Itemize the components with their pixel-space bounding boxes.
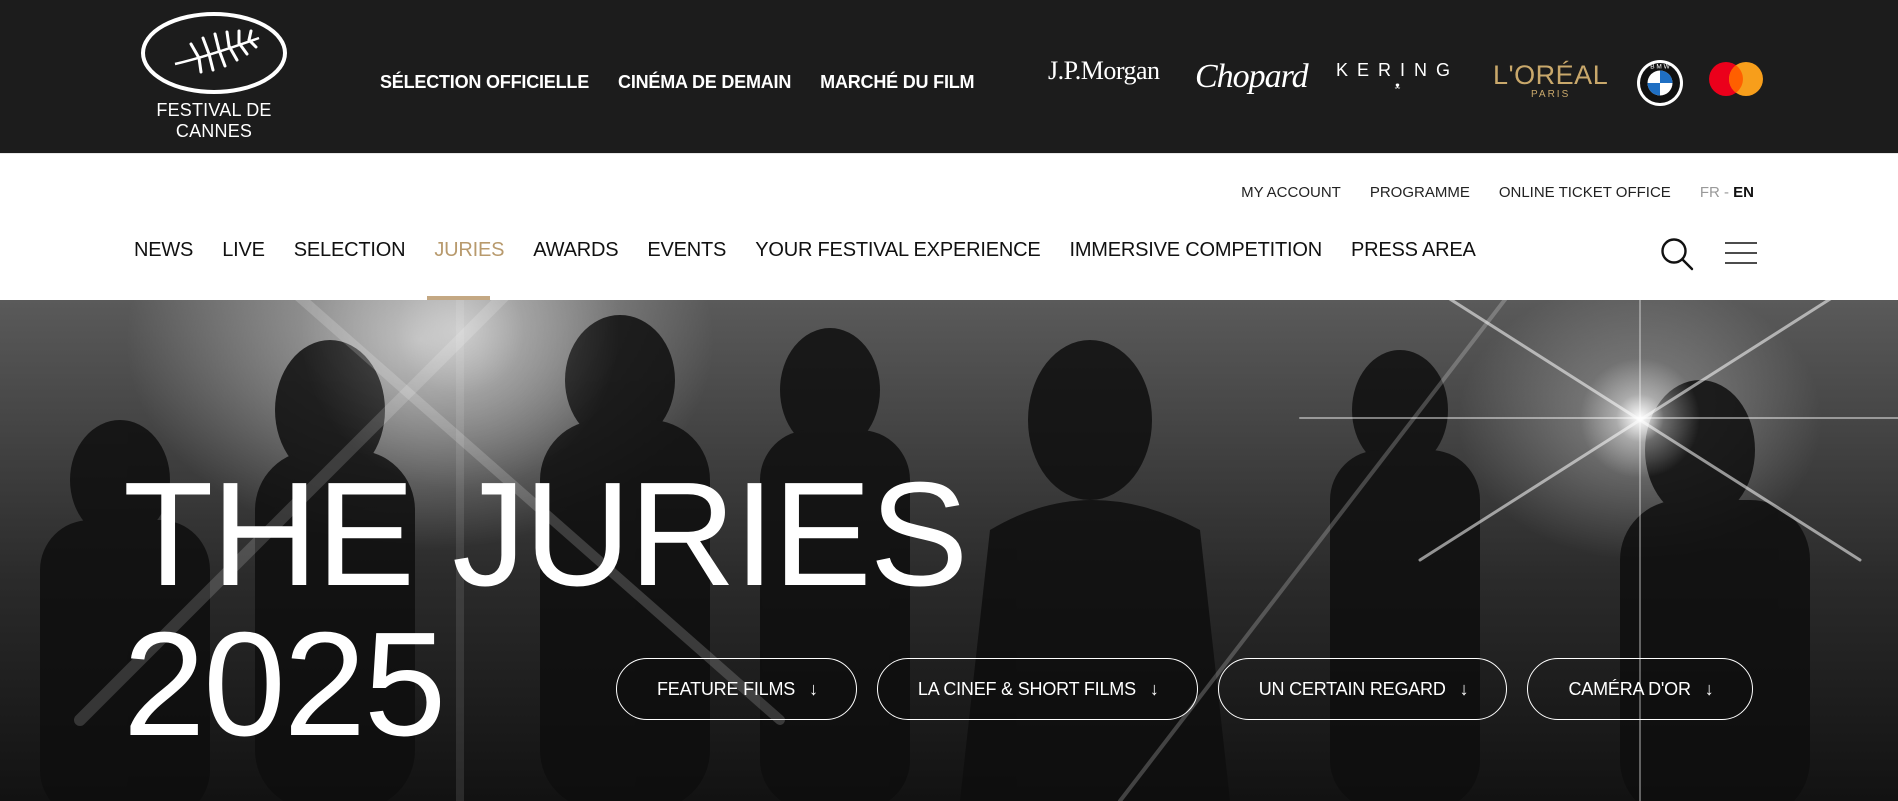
mastercard-circles-icon (1709, 62, 1763, 96)
search-icon[interactable] (1660, 237, 1694, 271)
top-nav-marche-du-film[interactable]: MARCHÉ DU FILM (820, 72, 974, 93)
nav-selection[interactable]: SELECTION (294, 239, 406, 262)
la-cinef-short-films-label: LA CINEF & SHORT FILMS (917, 678, 1136, 699)
my-account-link[interactable]: MY ACCOUNT (1241, 184, 1341, 201)
top-nav-cinema-de-demain[interactable]: CINÉMA DE DEMAIN (618, 72, 791, 93)
nav-immersive-competition[interactable]: IMMERSIVE COMPETITION (1069, 239, 1322, 262)
language-switcher: FR - EN (1700, 184, 1754, 201)
main-nav: NEWS LIVE SELECTION JURIES AWARDS EVENTS… (134, 239, 1476, 262)
loreal-subtext: PARIS (1530, 89, 1571, 100)
nav-news[interactable]: NEWS (134, 239, 193, 262)
bmw-letters: B M W (1650, 64, 1670, 71)
top-bar: FESTIVAL DE CANNES SÉLECTION OFFICIELLE … (0, 0, 1898, 153)
un-certain-regard-button[interactable]: UN CERTAIN REGARD ↓ (1217, 658, 1508, 720)
bmw-roundel-icon: B M W (1637, 60, 1683, 106)
nav-live[interactable]: LIVE (222, 239, 265, 262)
lang-separator: - (1723, 184, 1729, 201)
main-header: MY ACCOUNT PROGRAMME ONLINE TICKET OFFIC… (0, 153, 1898, 301)
nav-your-festival-experience[interactable]: YOUR FESTIVAL EXPERIENCE (755, 239, 1040, 262)
top-nav-selection-officielle[interactable]: SÉLECTION OFFICIELLE (380, 72, 589, 93)
arrow-down-icon: ↓ (809, 678, 818, 699)
sponsor-loreal-logo[interactable]: L'ORÉAL PARIS (1493, 60, 1608, 100)
sponsor-jpmorgan-logo[interactable]: J.P.Morgan (1048, 56, 1160, 86)
kering-wordmark: KERING (1336, 60, 1460, 80)
feature-films-label: FEATURE FILMS (657, 678, 796, 699)
lang-en[interactable]: EN (1733, 184, 1754, 201)
utility-nav: MY ACCOUNT PROGRAMME ONLINE TICKET OFFIC… (1241, 184, 1754, 201)
sponsor-chopard-logo[interactable]: Chopard (1195, 58, 1309, 96)
arrow-down-icon: ↓ (1704, 678, 1714, 699)
nav-awards[interactable]: AWARDS (533, 239, 618, 262)
camera-dor-label: CAMÉRA D'OR (1568, 678, 1691, 699)
la-cinef-short-films-button[interactable]: LA CINEF & SHORT FILMS ↓ (876, 658, 1198, 720)
un-certain-regard-label: UN CERTAIN REGARD (1258, 678, 1446, 699)
loreal-wordmark: L'ORÉAL (1493, 60, 1609, 90)
hamburger-menu-icon[interactable] (1725, 240, 1757, 266)
logo-text: FESTIVAL DE CANNES (156, 100, 272, 141)
programme-link[interactable]: PROGRAMME (1370, 184, 1470, 201)
palm-leaf-icon (141, 12, 287, 94)
kering-owl-icon: ᵜ (1394, 79, 1401, 95)
nav-press-area[interactable]: PRESS AREA (1351, 239, 1476, 262)
hero-banner: THE JURIES 2025 FEATURE FILMS ↓ LA CINEF… (0, 300, 1898, 801)
hero-title-line1: THE JURIES (123, 452, 968, 617)
sponsor-mastercard-logo[interactable] (1708, 61, 1764, 97)
arrow-down-icon: ↓ (1459, 678, 1469, 699)
nav-juries[interactable]: JURIES (434, 239, 504, 262)
online-ticket-office-link[interactable]: ONLINE TICKET OFFICE (1499, 184, 1671, 201)
feature-films-button[interactable]: FEATURE FILMS ↓ (616, 658, 857, 720)
jury-section-buttons: FEATURE FILMS ↓ LA CINEF & SHORT FILMS ↓… (616, 658, 1753, 720)
lang-fr[interactable]: FR (1700, 184, 1720, 201)
nav-events[interactable]: EVENTS (647, 239, 726, 262)
festival-logo[interactable]: FESTIVAL DE CANNES (122, 12, 306, 142)
sponsor-kering-logo[interactable]: KERING ᵜ (1336, 60, 1459, 95)
sponsor-bmw-logo[interactable]: B M W (1636, 59, 1684, 107)
top-nav: SÉLECTION OFFICIELLE CINÉMA DE DEMAIN MA… (380, 72, 975, 93)
camera-dor-button[interactable]: CAMÉRA D'OR ↓ (1527, 658, 1753, 720)
arrow-down-icon: ↓ (1149, 678, 1159, 699)
